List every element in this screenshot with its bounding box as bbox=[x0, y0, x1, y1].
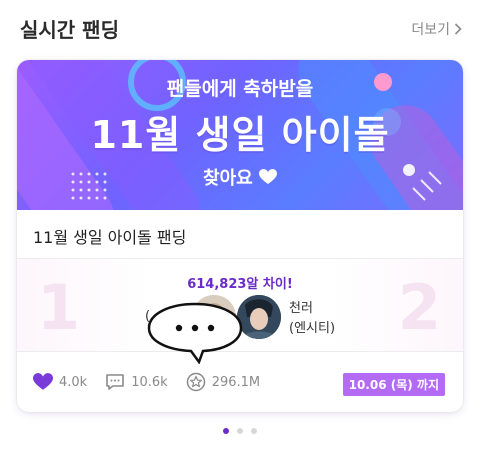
right-idol-name: 천러 bbox=[289, 301, 313, 316]
comments-stat[interactable]: 10.6k bbox=[105, 373, 168, 391]
funding-title[interactable]: 11월 생일 아이돌 팬딩 bbox=[33, 224, 186, 248]
more-label: 더보기 bbox=[411, 22, 450, 38]
event-banner[interactable]: 팬들에게 축하받을 11월 생일 아이돌 찾아요 bbox=[17, 60, 463, 210]
right-idol-group: (엔시티) bbox=[289, 321, 336, 336]
likes-count: 4.0k bbox=[59, 374, 88, 390]
section-title: 실시간 팬딩 bbox=[20, 18, 119, 42]
banner-cta: 찾아요 bbox=[17, 164, 463, 190]
page-dot-active[interactable] bbox=[223, 428, 229, 434]
banner-subtitle: 팬들에게 축하받을 bbox=[166, 78, 314, 100]
stats-row: 4.0k 10.6k 296.1M bbox=[33, 372, 278, 392]
chevron-right-icon bbox=[454, 23, 462, 35]
comment-icon bbox=[106, 374, 125, 390]
point-gap-text: 614,823알 차이! bbox=[187, 277, 293, 292]
points-stat[interactable]: 296.1M bbox=[186, 372, 260, 392]
heart-icon bbox=[258, 169, 277, 184]
page-dot[interactable] bbox=[251, 428, 257, 434]
points-count: 296.1M bbox=[211, 374, 261, 390]
section-header: 실시간 팬딩 더보기 bbox=[0, 0, 480, 50]
right-idol-info: 천러 (엔시티) bbox=[289, 299, 335, 339]
likes-stat[interactable]: 4.0k bbox=[33, 373, 87, 391]
page-dot[interactable] bbox=[237, 428, 243, 434]
comments-count: 10.6k bbox=[131, 374, 168, 390]
speech-bubble bbox=[147, 302, 243, 364]
banner-cta-text: 찾아요 bbox=[203, 168, 253, 189]
star-coin-icon bbox=[186, 372, 205, 392]
heart-icon bbox=[33, 373, 53, 390]
banner-title: 11월 생일 아이돌 bbox=[90, 113, 390, 157]
deadline-badge: 10.06 (목) 까지 bbox=[342, 373, 445, 396]
pagination-dots bbox=[0, 428, 480, 434]
more-link[interactable]: 더보기 bbox=[411, 19, 462, 39]
